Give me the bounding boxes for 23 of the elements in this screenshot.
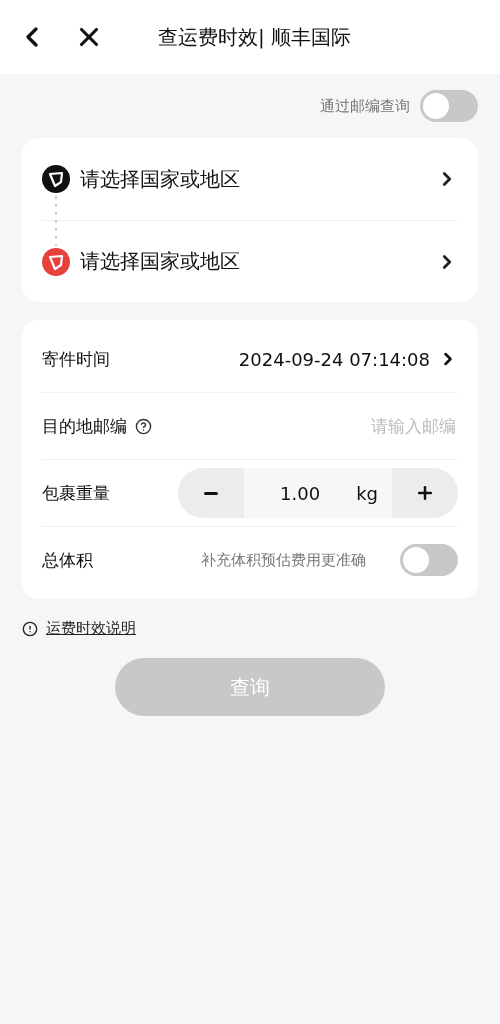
field-label: 包裹重量 xyxy=(42,481,110,505)
explanation-link[interactable]: 运费时效说明 xyxy=(46,619,136,638)
field-label: 总体积 xyxy=(42,548,93,572)
plus-icon xyxy=(415,483,435,503)
toggle-label: 通过邮编查询 xyxy=(320,96,410,116)
country-selector[interactable]: 请选择国家或地区 xyxy=(42,138,458,220)
date-time-picker[interactable]: 2024-09-24 07:14:08 xyxy=(238,348,458,370)
weight-value: 1.00 xyxy=(279,481,322,506)
weight-unit: kg xyxy=(356,481,379,506)
decrease-button[interactable] xyxy=(178,468,244,518)
increase-button[interactable] xyxy=(392,468,458,518)
country-selector[interactable]: 请选择国家或地区 xyxy=(42,220,458,302)
help-icon[interactable] xyxy=(135,417,152,435)
field-hint: 补充体积预估费用更准确 xyxy=(201,550,366,570)
minus-icon xyxy=(204,491,218,495)
field-label: 寄件时间 xyxy=(42,347,110,371)
toggle-switch[interactable] xyxy=(400,544,458,576)
page-title: 查运费时效| 顺丰国际 xyxy=(158,23,352,51)
location-pin-icon xyxy=(42,165,70,193)
location-pin-icon xyxy=(42,247,70,276)
toggle-switch[interactable] xyxy=(420,90,478,122)
field-label: 目的地邮编 xyxy=(42,414,127,438)
info-icon xyxy=(22,620,38,637)
